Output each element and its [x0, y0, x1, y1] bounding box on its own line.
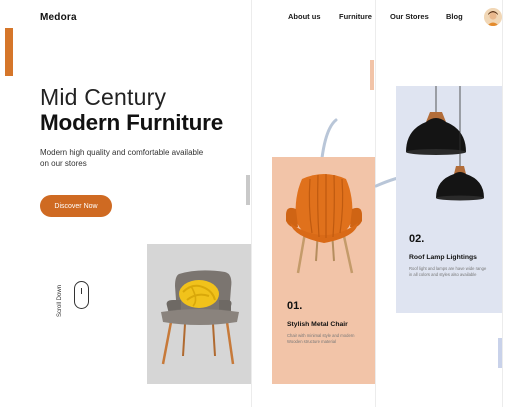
decor-bar: [498, 338, 502, 368]
decor-bar: [246, 175, 250, 205]
product-description: Chair with minimal style and modern Wood…: [287, 333, 355, 344]
hero-title-line2: Modern Furniture: [40, 110, 224, 135]
product-number: 01.: [287, 300, 303, 312]
brand-logo[interactable]: Medora: [40, 12, 77, 23]
shell-chair-image: [286, 173, 362, 274]
decor-bar: [370, 60, 374, 90]
product-card-gray[interactable]: [147, 244, 251, 384]
mouse-icon[interactable]: [74, 281, 89, 309]
product-number: 02.: [409, 233, 425, 245]
nav-stores[interactable]: Our Stores: [390, 12, 429, 21]
product-title: Roof Lamp Lightings: [409, 254, 477, 261]
accent-bar: [5, 28, 13, 76]
avatar-icon: [484, 8, 502, 26]
discover-now-button[interactable]: Discover Now: [40, 195, 112, 217]
product-description: Roof light and lamps are have wide range…: [409, 266, 487, 277]
product-card-2[interactable]: 02. Roof Lamp Lightings Roof light and l…: [396, 86, 502, 313]
grid-line: [251, 0, 252, 407]
grid-line: [502, 0, 503, 407]
nav-about[interactable]: About us: [288, 12, 321, 21]
product-title: Stylish Metal Chair: [287, 321, 348, 328]
hero-subtitle: Modern high quality and comfortable avai…: [40, 148, 204, 168]
armchair-image: [161, 270, 239, 365]
hero-title-line1: Mid Century: [40, 84, 167, 110]
mouse-wheel: [81, 288, 83, 294]
grid-line: [375, 0, 376, 407]
nav-furniture[interactable]: Furniture: [339, 12, 372, 21]
scroll-down-label: Scroll Down: [57, 285, 63, 318]
nav-blog[interactable]: Blog: [446, 12, 463, 21]
product-card-1[interactable]: 01. Stylish Metal Chair Chair with minim…: [272, 157, 375, 384]
user-avatar[interactable]: [484, 8, 502, 26]
pendant-lamps-image: [406, 86, 484, 201]
